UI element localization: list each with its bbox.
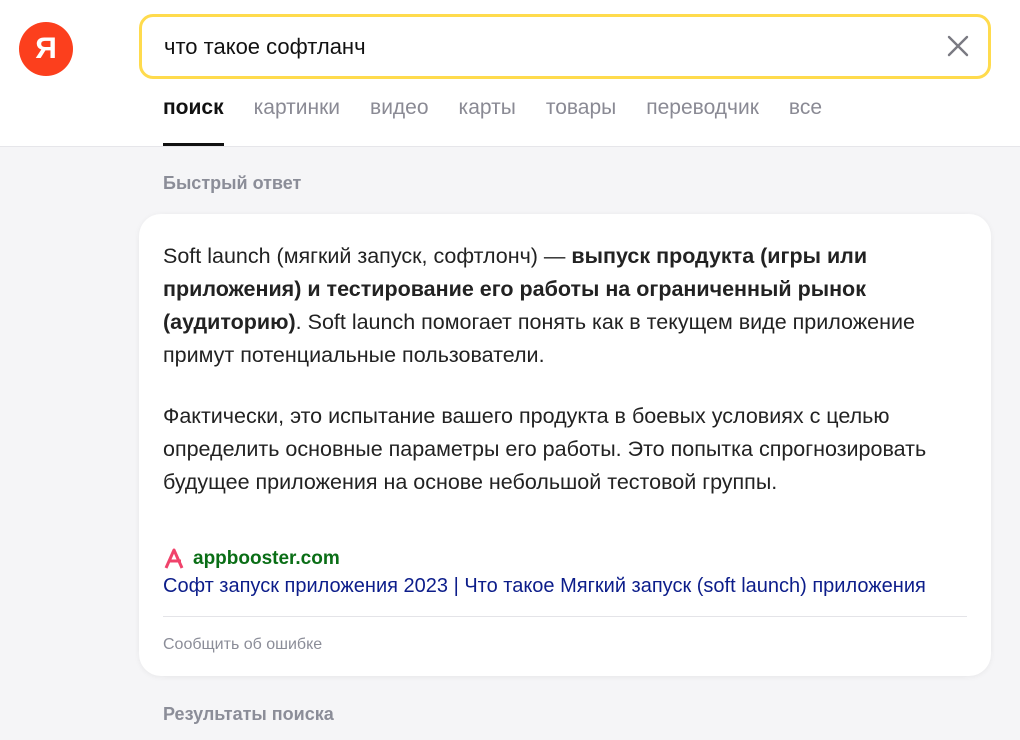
tab-translator[interactable]: переводчик — [646, 96, 759, 146]
source-link[interactable]: Софт запуск приложения 2023 | Что такое … — [163, 575, 973, 598]
tab-maps[interactable]: карты — [459, 96, 516, 146]
close-icon[interactable] — [946, 34, 970, 58]
answer-paragraph-2: Фактически, это испытание вашего продукт… — [163, 404, 927, 494]
tab-search[interactable]: поиск — [163, 96, 224, 146]
tab-products[interactable]: товары — [546, 96, 616, 146]
report-error-link[interactable]: Сообщить об ошибке — [163, 636, 322, 654]
quick-answer-title: Быстрый ответ — [163, 173, 302, 193]
tab-all[interactable]: все — [789, 96, 822, 146]
source-row[interactable]: appbooster.com — [163, 546, 340, 572]
tab-video[interactable]: видео — [370, 96, 429, 146]
search-tabs: поиск картинки видео карты товары перево… — [163, 96, 852, 146]
header: Я поиск картинки видео карты товары пере… — [0, 0, 1020, 147]
search-box[interactable] — [139, 14, 991, 79]
yandex-logo[interactable]: Я — [19, 22, 73, 76]
appbooster-icon — [164, 548, 184, 569]
tab-images[interactable]: картинки — [254, 96, 340, 146]
answer-intro: Soft launch (мягкий запуск, софтлонч) — — [163, 244, 572, 268]
source-domain[interactable]: appbooster.com — [193, 548, 340, 570]
search-input[interactable] — [164, 17, 924, 76]
results-title: Результаты поиска — [163, 704, 334, 724]
logo-letter: Я — [35, 32, 57, 65]
divider — [163, 616, 967, 617]
quick-answer-card: Soft launch (мягкий запуск, софтлонч) — … — [139, 214, 991, 676]
answer-paragraph-1: Soft launch (мягкий запуск, софтлонч) — … — [163, 240, 973, 372]
